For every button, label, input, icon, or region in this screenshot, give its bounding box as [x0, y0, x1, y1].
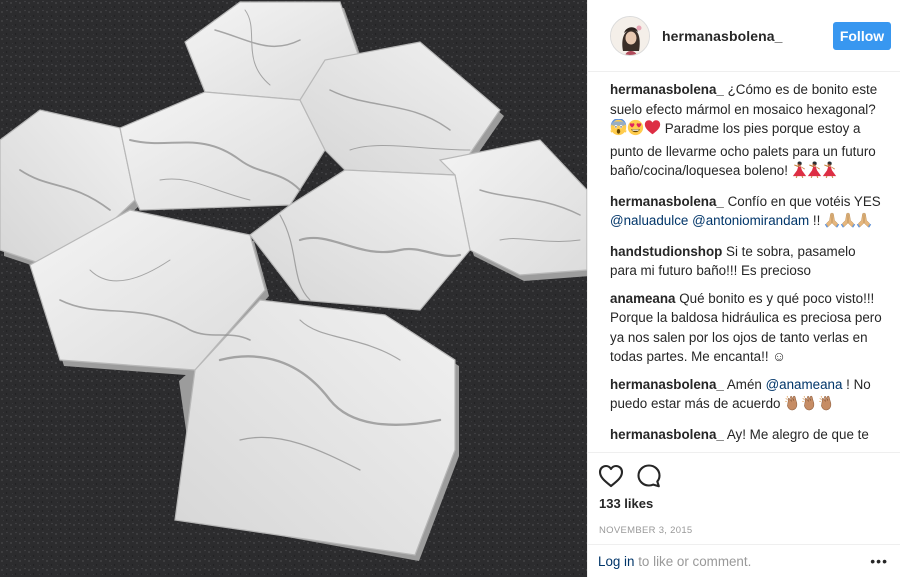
comment-author[interactable]: anameana: [610, 291, 676, 306]
post-photo[interactable]: [0, 0, 587, 577]
login-prompt-text: Log in to like or comment.: [598, 554, 870, 569]
dancer-emoji: [807, 161, 822, 184]
praying-hands-emoji: [856, 211, 872, 234]
post-author-username[interactable]: hermanasbolena_: [662, 28, 833, 44]
comment-text: !!: [809, 213, 825, 228]
comment-item: hermanasbolena_ Confío en que votéis YES…: [610, 192, 884, 234]
post-actions: 133 likes NOVEMBER 3, 2015: [588, 452, 900, 536]
mention-link[interactable]: @naluadulce: [610, 213, 688, 228]
speech-bubble-icon[interactable]: [636, 463, 662, 489]
post-date: NOVEMBER 3, 2015: [599, 525, 693, 536]
comment-item: hermanasbolena_ ¿Cómo es de bonito este …: [610, 80, 884, 184]
comment-author[interactable]: hermanasbolena_: [610, 194, 724, 209]
comment-item: hermanasbolena_ Ay! Me alegro de que te: [610, 425, 884, 445]
action-icon-row: [598, 459, 888, 493]
comment-author[interactable]: hermanasbolena_: [610, 377, 724, 392]
marble-hexagon-tiles-image: [0, 0, 587, 577]
more-options-icon[interactable]: •••: [870, 553, 888, 569]
heart-outline-icon[interactable]: [598, 463, 624, 489]
avatar-illustration-icon: [611, 16, 649, 55]
comment-text: Amén: [723, 376, 766, 392]
dancer-emoji: [792, 161, 807, 184]
post-header: hermanasbolena_ Follow: [588, 0, 900, 72]
comment-text: Ay! Me alegro de que te: [723, 426, 869, 442]
login-prompt: Log in to like or comment. •••: [588, 544, 900, 577]
login-link[interactable]: Log in: [598, 554, 634, 569]
comment-text: Confío en que votéis YES: [723, 193, 881, 209]
comment-author[interactable]: hermanasbolena_: [610, 427, 724, 442]
clapping-hands-emoji: [784, 394, 801, 417]
comment-text: ☺: [772, 349, 786, 364]
clapping-hands-emoji: [801, 394, 818, 417]
comment-list[interactable]: hermanasbolena_ ¿Cómo es de bonito este …: [610, 80, 884, 452]
follow-button[interactable]: Follow: [833, 21, 891, 50]
comment-author[interactable]: hermanasbolena_: [610, 82, 724, 97]
scream-emoji: [610, 118, 627, 142]
instagram-post-page: hermanasbolena_ Follow hermanasbolena_ ¿…: [0, 0, 900, 577]
mention-link[interactable]: @antoniomirandam: [692, 213, 809, 228]
red-heart-emoji: [644, 119, 661, 142]
dancer-emoji: [822, 161, 837, 184]
post-sidebar: hermanasbolena_ Follow hermanasbolena_ ¿…: [587, 0, 900, 577]
login-prompt-rest: to like or comment.: [634, 553, 752, 569]
comment-item: anameana Qué bonito es y qué poco visto!…: [610, 289, 884, 367]
heart-eyes-emoji: [627, 119, 644, 142]
comment-item: hermanasbolena_ Amén @anameana ! No pued…: [610, 375, 884, 417]
praying-hands-emoji: [824, 211, 840, 234]
comment-author[interactable]: handstudionshop: [610, 244, 722, 259]
clapping-hands-emoji: [818, 394, 835, 417]
mention-link[interactable]: @anameana: [766, 377, 843, 392]
like-count[interactable]: 133 likes: [599, 496, 888, 511]
avatar[interactable]: [610, 15, 650, 56]
comment-item: handstudionshop Si te sobra, pasamelo pa…: [610, 242, 884, 281]
praying-hands-emoji: [840, 211, 856, 234]
